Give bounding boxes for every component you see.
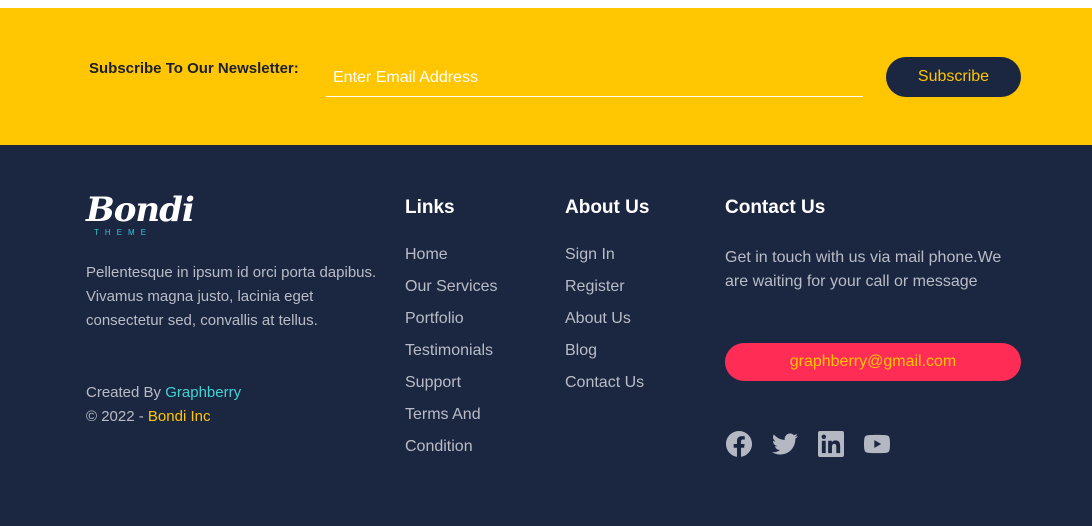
linkedin-icon[interactable] (818, 431, 844, 457)
subscribe-button[interactable]: Subscribe (886, 57, 1021, 97)
top-strip (0, 0, 1092, 8)
contact-heading: Contact Us (725, 197, 826, 218)
about-list: Sign In Register About Us Blog Contact U… (565, 239, 644, 399)
link-register[interactable]: Register (565, 271, 644, 303)
list-item: Support (405, 367, 497, 399)
link-blog[interactable]: Blog (565, 335, 644, 367)
copyright-line: © 2022 - Bondi Inc (86, 405, 241, 429)
about-heading: About Us (565, 197, 650, 218)
link-our-services[interactable]: Our Services (405, 271, 497, 303)
links-list: Home Our Services Portfolio Testimonials… (405, 239, 497, 463)
newsletter-label: Subscribe To Our Newsletter: (89, 60, 299, 77)
list-item: Home (405, 239, 497, 271)
email-button[interactable]: graphberry@gmail.com (725, 343, 1021, 381)
bondi-inc-link[interactable]: Bondi Inc (148, 408, 211, 425)
social-links (726, 431, 890, 457)
newsletter-section: Subscribe To Our Newsletter: Subscribe (0, 8, 1092, 145)
email-input[interactable] (326, 60, 863, 97)
footer: Bondi THEME Pellentesque in ipsum id orc… (0, 145, 1092, 526)
list-item: Our Services (405, 271, 497, 303)
footer-credit: Created By Graphberry © 2022 - Bondi Inc (86, 381, 241, 429)
list-item: Portfolio (405, 303, 497, 335)
link-contact-us[interactable]: Contact Us (565, 367, 644, 399)
logo-text: Bondi (86, 190, 195, 230)
copyright-text: © 2022 - (86, 408, 148, 425)
created-by-text: Created By (86, 384, 166, 401)
created-by-line: Created By Graphberry (86, 381, 241, 405)
graphberry-link[interactable]: Graphberry (165, 384, 241, 401)
links-heading: Links (405, 197, 455, 218)
list-item: Terms And (405, 399, 497, 431)
list-item: About Us (565, 303, 644, 335)
brand-logo[interactable]: Bondi THEME (86, 190, 195, 239)
list-item: Register (565, 271, 644, 303)
link-home[interactable]: Home (405, 239, 497, 271)
brand-description: Pellentesque in ipsum id orci porta dapi… (86, 264, 377, 329)
twitter-icon[interactable] (772, 431, 798, 457)
link-about-us[interactable]: About Us (565, 303, 644, 335)
logo-subtext: THEME (94, 228, 152, 237)
facebook-icon[interactable] (726, 431, 752, 457)
link-portfolio[interactable]: Portfolio (405, 303, 497, 335)
link-sign-in[interactable]: Sign In (565, 239, 644, 271)
link-testimonials[interactable]: Testimonials (405, 335, 497, 367)
link-support[interactable]: Support (405, 367, 497, 399)
list-item: Sign In (565, 239, 644, 271)
link-condition[interactable]: Condition (405, 431, 497, 463)
youtube-icon[interactable] (864, 431, 890, 457)
contact-text: Get in touch with us via mail phone.We a… (725, 249, 1002, 290)
list-item: Blog (565, 335, 644, 367)
link-terms-and[interactable]: Terms And (405, 399, 497, 431)
list-item: Testimonials (405, 335, 497, 367)
list-item: Condition (405, 431, 497, 463)
list-item: Contact Us (565, 367, 644, 399)
